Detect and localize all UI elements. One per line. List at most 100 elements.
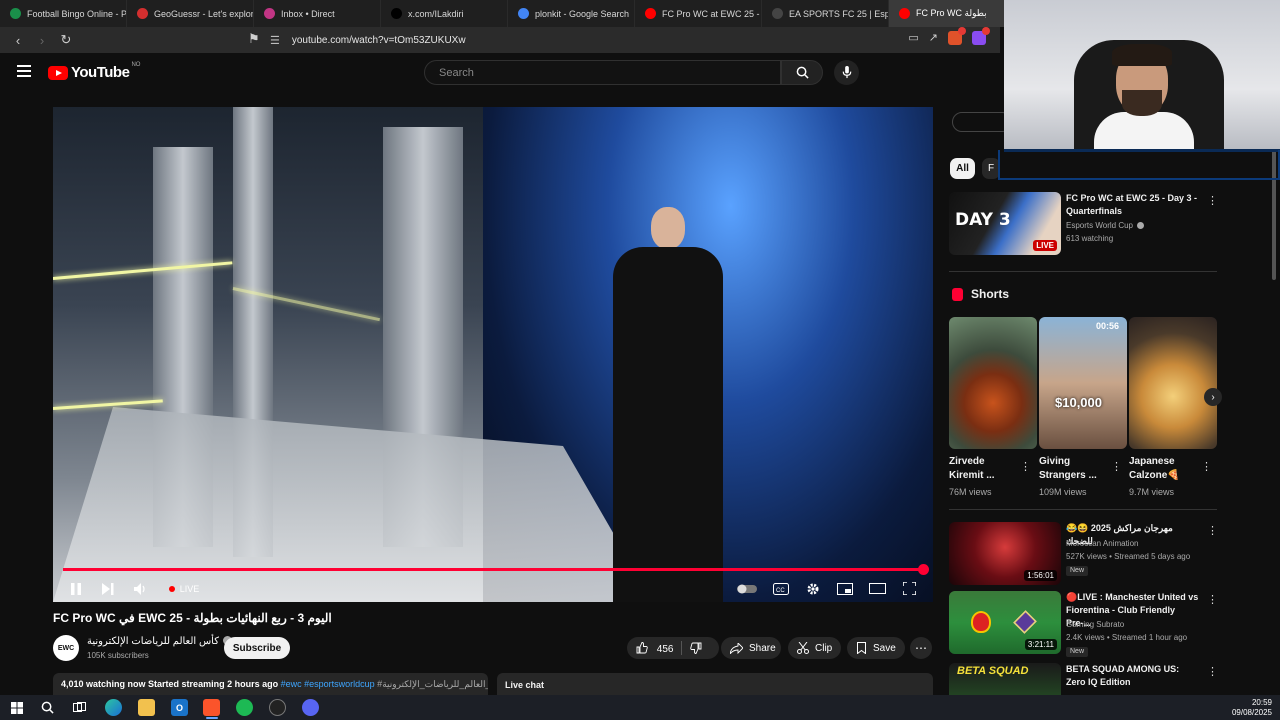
forward-icon[interactable]: ›: [32, 30, 52, 50]
theater-mode-icon[interactable]: [865, 575, 889, 602]
browser-tab[interactable]: FC Pro WC at EWC 25 - Da: [635, 0, 762, 27]
autoplay-toggle[interactable]: [735, 575, 759, 602]
recommendation-item[interactable]: BETA SQUAD BETA SQUAD AMONG US: Zero IQ …: [949, 663, 1219, 695]
microphone-icon: [842, 66, 851, 79]
youtube-icon: [645, 8, 656, 19]
short-thumbnail[interactable]: [949, 317, 1037, 449]
live-chat-header[interactable]: Live chat: [497, 673, 933, 695]
video-thumbnail[interactable]: DAY 3 LIVE: [949, 192, 1061, 255]
like-button[interactable]: 456: [636, 641, 673, 655]
pause-icon[interactable]: [65, 575, 87, 602]
channel-name-text: كأس العالم للرياضات الإلكترونية: [87, 636, 219, 647]
browser-tab[interactable]: GeoGuessr - Let's explore: [127, 0, 254, 27]
discord-icon[interactable]: [302, 699, 319, 716]
short-title[interactable]: Japanese Calzone🍕: [1129, 455, 1199, 483]
clock-time: 20:59: [1251, 698, 1272, 707]
short-thumbnail[interactable]: [1129, 317, 1217, 449]
search-input[interactable]: Search: [424, 60, 781, 85]
recommendation-channel[interactable]: Moroccan Animation: [1066, 539, 1138, 548]
video-thumbnail[interactable]: 3:21:11: [949, 591, 1061, 654]
recommendation-item[interactable]: DAY 3 LIVE FC Pro WC at EWC 25 - Day 3 -…: [949, 192, 1219, 256]
browser-tab[interactable]: Inbox • Direct: [254, 0, 381, 27]
channel-avatar[interactable]: EWC: [53, 635, 79, 661]
more-options-icon[interactable]: ⋮: [1207, 524, 1218, 537]
miniplayer-icon[interactable]: [833, 575, 857, 602]
share-button[interactable]: Share: [721, 637, 781, 659]
obs-icon[interactable]: [269, 699, 286, 716]
youtube-logo[interactable]: YouTube NO: [48, 62, 140, 81]
clip-button[interactable]: Clip: [788, 637, 841, 659]
recommendation-channel[interactable]: Esports World Cup: [1066, 221, 1144, 230]
progress-bar[interactable]: [63, 564, 929, 575]
reload-icon[interactable]: ↻: [56, 30, 76, 50]
description-box[interactable]: 4,010 watching now Started streaming 2 h…: [53, 673, 488, 695]
short-title[interactable]: Giving Strangers ...: [1039, 455, 1109, 483]
back-icon[interactable]: ‹: [8, 30, 28, 50]
thumbnail-text: BETA SQUAD: [957, 665, 1029, 677]
edge-icon[interactable]: [105, 699, 122, 716]
task-view-icon[interactable]: [71, 699, 88, 716]
dislike-button[interactable]: [690, 642, 702, 655]
subscribe-button[interactable]: Subscribe: [224, 637, 290, 659]
site-info-icon[interactable]: ☰: [270, 34, 280, 47]
recommendation-title[interactable]: FC Pro WC at EWC 25 - Day 3 - Quarterfin…: [1066, 192, 1201, 218]
search-button[interactable]: [781, 60, 823, 85]
next-icon[interactable]: [97, 575, 119, 602]
file-explorer-icon[interactable]: [138, 699, 155, 716]
scrubber-handle[interactable]: [918, 564, 929, 575]
menu-icon[interactable]: [17, 65, 31, 77]
cast-icon[interactable]: ▭: [908, 31, 918, 45]
browser-tab[interactable]: EA SPORTS FC 25 | Esports: [762, 0, 889, 27]
share-page-icon[interactable]: ↗: [929, 31, 938, 45]
settings-gear-icon[interactable]: [801, 575, 825, 602]
video-player[interactable]: LIVE CC: [53, 107, 933, 602]
stream-overlay-frame: [998, 150, 1280, 180]
more-options-icon[interactable]: ⋮: [1111, 460, 1122, 473]
hashtag-arabic[interactable]: #كأس_العالم_للرياضات_الإلكترونية: [377, 679, 488, 689]
recommendation-meta: 613 watching: [1066, 234, 1114, 243]
outlook-icon[interactable]: O: [171, 699, 188, 716]
short-views: 9.7M views: [1129, 487, 1175, 497]
more-options-icon[interactable]: ⋮: [1207, 194, 1218, 207]
short-thumbnail[interactable]: 00:56 $10,000: [1039, 317, 1127, 449]
more-options-icon[interactable]: ⋮: [1201, 460, 1212, 473]
more-actions-icon[interactable]: ⋯: [910, 637, 932, 659]
spotify-icon[interactable]: [236, 699, 253, 716]
windows-start-icon[interactable]: [8, 699, 25, 716]
live-indicator[interactable]: LIVE: [159, 575, 209, 602]
fullscreen-icon[interactable]: [897, 575, 921, 602]
brave-browser-icon[interactable]: [203, 699, 220, 716]
more-options-icon[interactable]: ⋮: [1207, 665, 1218, 678]
more-options-icon[interactable]: ⋮: [1207, 593, 1218, 606]
bookmark-icon[interactable]: ⚑: [248, 31, 260, 47]
filter-chip-outline[interactable]: [952, 112, 1012, 132]
short-title[interactable]: Zirvede Kiremit ...: [949, 455, 1019, 483]
address-bar[interactable]: ☰ youtube.com/watch?v=tOm53ZUKUXw: [270, 30, 890, 50]
search-icon[interactable]: [39, 699, 56, 716]
share-icon: [730, 642, 743, 654]
browser-tab[interactable]: x.com/ILakdiri: [381, 0, 508, 27]
browser-tab[interactable]: FC Pro WC بطولة: [889, 0, 1016, 27]
chip-all[interactable]: All: [950, 158, 975, 179]
hashtags[interactable]: #ewc #esportsworldcup: [281, 679, 375, 689]
recommendation-item[interactable]: 3:21:11 🔴LIVE : Manchester United vs Fio…: [949, 591, 1219, 657]
shorts-next-button[interactable]: ›: [1204, 388, 1222, 406]
windows-taskbar: O 20:59 09/08/2025: [0, 695, 1280, 720]
save-button[interactable]: Save: [847, 637, 905, 659]
video-thumbnail[interactable]: BETA SQUAD: [949, 663, 1061, 695]
recommendation-channel[interactable]: Gaming Subrato: [1066, 620, 1124, 629]
recommendation-title[interactable]: BETA SQUAD AMONG US: Zero IQ Edition: [1066, 663, 1201, 689]
recommendation-item[interactable]: 1:56:01 😂😆 2025 مهرجان مراكش للضحك Moroc…: [949, 522, 1219, 586]
clock-date: 09/08/2025: [1231, 708, 1272, 717]
brave-shields-icon[interactable]: [948, 27, 966, 45]
channel-name[interactable]: كأس العالم للرياضات الإلكترونية: [87, 636, 232, 647]
system-clock[interactable]: 20:59 09/08/2025: [1232, 698, 1272, 718]
voice-search-button[interactable]: [834, 60, 859, 85]
video-thumbnail[interactable]: 1:56:01: [949, 522, 1061, 585]
browser-tab[interactable]: plonkit - Google Search: [508, 0, 635, 27]
browser-tab[interactable]: Football Bingo Online - Pl: [0, 0, 127, 27]
volume-icon[interactable]: [129, 575, 151, 602]
brave-rewards-icon[interactable]: [972, 27, 990, 45]
more-options-icon[interactable]: ⋮: [1020, 460, 1031, 473]
captions-icon[interactable]: CC: [769, 575, 793, 602]
